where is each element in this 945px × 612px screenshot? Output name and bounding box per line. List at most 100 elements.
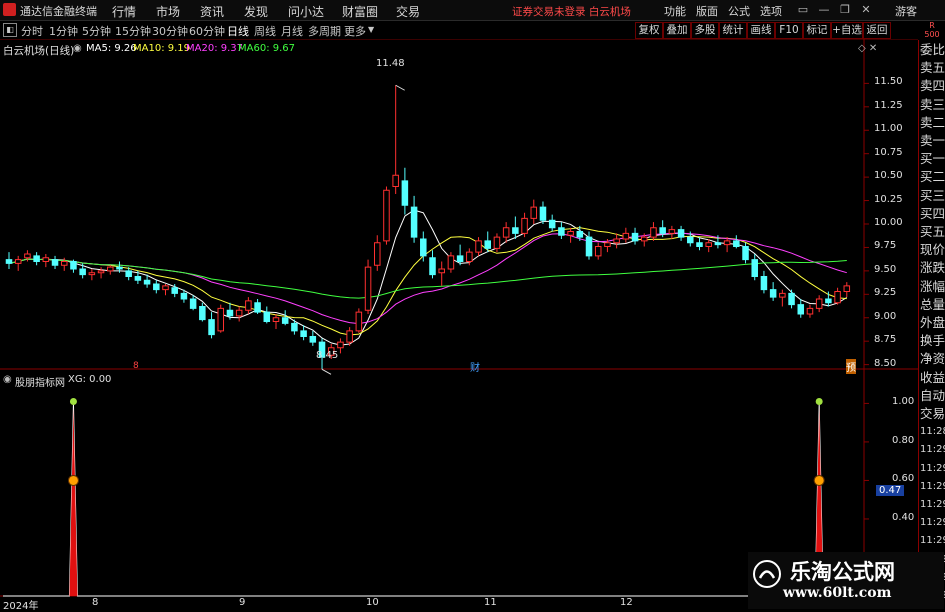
candle-body (70, 261, 77, 270)
event-marker-forecast[interactable]: 预 (846, 359, 856, 374)
statistics-button[interactable]: 统计 (719, 22, 747, 39)
side-panel-item[interactable]: 涨幅 (920, 279, 945, 295)
y-tick-label: 9.75 (874, 240, 897, 252)
side-panel-item[interactable]: 买一 (920, 151, 945, 167)
menu-item-options[interactable]: 选项 (760, 3, 782, 19)
candle-body (466, 251, 473, 262)
signal-top-icon (69, 397, 77, 405)
candle-body (281, 317, 289, 324)
menu-item-formula[interactable]: 公式 (728, 3, 750, 19)
side-panel-item[interactable]: 收益 (920, 370, 945, 386)
side-panel-item[interactable]: 卖二 (920, 115, 945, 131)
add-watchlist-button[interactable]: +自选 (831, 22, 863, 39)
side-panel-item[interactable]: 卖一 (920, 133, 945, 149)
period-tab-1min[interactable]: 1分钟 (49, 23, 78, 39)
sub-indicator-title: 股朋指标网 (15, 378, 65, 389)
side-panel-item[interactable]: 买三 (920, 188, 945, 204)
candle-body (594, 246, 602, 257)
candle-body (640, 236, 648, 242)
period-tab-intraday[interactable]: 分时 (21, 23, 43, 39)
chart-options-icon[interactable]: ◇ ✕ (858, 43, 877, 54)
chart-title: 白云机场(日线) (3, 45, 75, 57)
side-panel-item[interactable]: 净资 (920, 351, 945, 367)
side-panel-item[interactable]: 11:29 (920, 479, 945, 495)
draw-line-button[interactable]: 画线 (747, 22, 775, 39)
menu-item-market[interactable]: 市场 (156, 3, 180, 20)
period-tab-5min[interactable]: 5分钟 (82, 23, 111, 39)
close-icon[interactable]: ✕ (858, 2, 874, 17)
menu-item-wealth[interactable]: 财富圈 (342, 3, 378, 20)
candle-body (751, 259, 758, 277)
side-panel-item[interactable]: 换手 (920, 333, 945, 349)
period-tab-30min[interactable]: 30分钟 (152, 23, 188, 39)
side-panel-item[interactable]: 买二 (920, 169, 945, 185)
menu-item-layout[interactable]: 版面 (696, 3, 718, 19)
event-marker-8[interactable]: 8 (133, 361, 139, 371)
candle-body (364, 266, 372, 311)
menu-item-discover[interactable]: 发现 (244, 3, 268, 20)
period-tab-60min[interactable]: 60分钟 (189, 23, 225, 39)
more-dropdown-icon[interactable]: ▼ (368, 25, 374, 34)
multi-stock-button[interactable]: 多股 (691, 22, 719, 39)
chart-area[interactable] (0, 39, 918, 609)
candle-body (659, 227, 666, 234)
minimize-icon[interactable]: — (816, 2, 832, 17)
candle-body (217, 307, 225, 332)
period-tab-15min[interactable]: 15分钟 (115, 23, 151, 39)
side-panel-item[interactable]: 买五 (920, 224, 945, 240)
mark-button[interactable]: 标记 (803, 22, 831, 39)
x-axis-label: 10 (366, 597, 379, 608)
high-price-label: 11.48 (376, 58, 405, 69)
side-panel-item[interactable]: 11:29 (920, 515, 945, 531)
menu-item-function[interactable]: 功能 (664, 3, 686, 19)
menu-item-quotes[interactable]: 行情 (112, 3, 136, 20)
side-panel-item[interactable]: 卖五 (920, 60, 945, 76)
maximize-icon[interactable]: ❐ (837, 2, 853, 17)
menu-item-trade[interactable]: 交易 (396, 3, 420, 20)
period-tab-weekly[interactable]: 周线 (254, 23, 276, 39)
y-tick-label: 9.00 (874, 310, 897, 322)
side-panel-item[interactable]: 总量 (920, 297, 945, 313)
sub-y-tick-label: 0.60 (892, 473, 915, 485)
side-panel-item[interactable]: 买四 (920, 206, 945, 222)
period-tab-multi[interactable]: 多周期 (308, 23, 341, 39)
x-axis-label: 12 (620, 597, 633, 608)
event-marker-finance[interactable]: 财 (470, 359, 480, 374)
candle-body (512, 227, 519, 234)
y-tick-label: 10.75 (874, 146, 903, 158)
menu-item-news[interactable]: 资讯 (200, 3, 224, 20)
side-panel-item[interactable]: 委比 (920, 42, 945, 58)
skin-icon[interactable]: ▭ (795, 2, 811, 17)
r-badge: R 500 (919, 21, 945, 40)
sub-indicator-icon[interactable]: ◉ (3, 374, 12, 385)
f10-button[interactable]: F10 (775, 22, 803, 39)
side-panel-item[interactable]: 自动 (920, 388, 945, 404)
period-tab-daily[interactable]: 日线 (227, 23, 249, 39)
candle-body (42, 257, 50, 262)
side-panel-item[interactable]: 外盘 (920, 315, 945, 331)
back-button[interactable]: 返回 (863, 22, 891, 39)
side-panel-item[interactable]: 11:29 (920, 442, 945, 458)
side-panel-item[interactable]: 卖四 (920, 78, 945, 94)
adjust-button[interactable]: 复权 (635, 22, 663, 39)
period-tab-monthly[interactable]: 月线 (281, 23, 303, 39)
side-panel-item[interactable]: 涨跌 (920, 260, 945, 276)
overlay-button[interactable]: 叠加 (663, 22, 691, 39)
indicator-settings-icon[interactable]: ◉ (73, 43, 82, 54)
side-panel-item[interactable]: 11:28 (920, 424, 945, 440)
candle-body (263, 311, 271, 322)
side-panel-item[interactable]: 卖三 (920, 97, 945, 113)
panel-toggle-icon[interactable]: ◧ (3, 23, 17, 37)
period-tab-more[interactable]: 更多 (344, 23, 366, 39)
guest-user[interactable]: 游客 (895, 3, 917, 19)
candle-body (189, 298, 197, 309)
title-bar: 通达信金融终端 行情 市场 资讯 发现 问小达 财富圈 交易 证券交易未登录 白… (0, 0, 945, 21)
candle-body (548, 219, 556, 229)
side-panel-item[interactable]: 11:29 (920, 497, 945, 513)
side-panel-item[interactable]: 11:29 (920, 533, 945, 549)
side-panel-item[interactable]: 现价 (920, 242, 945, 258)
side-panel-item[interactable]: 11:29 (920, 461, 945, 477)
menu-item-ask[interactable]: 问小达 (288, 3, 324, 20)
side-panel-item[interactable]: 交易 (920, 406, 945, 422)
candle-body (383, 189, 390, 242)
